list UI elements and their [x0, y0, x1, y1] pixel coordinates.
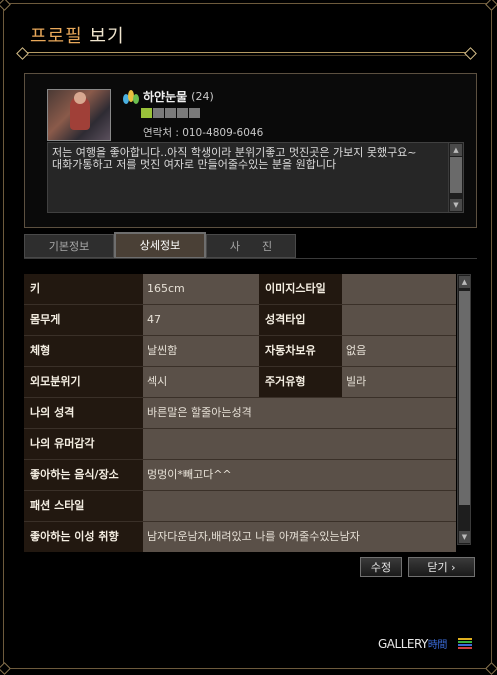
- contact-info: 연락처 : 010-4809-6046: [143, 127, 264, 139]
- brand-bar: [458, 641, 472, 643]
- residence-value: 빌라: [342, 367, 456, 397]
- table-row: 키 165cm 이미지스타일: [24, 274, 456, 304]
- scroll-thumb[interactable]: [459, 291, 470, 505]
- members-icon: [123, 89, 139, 104]
- ideal-type-label: 좋아하는 이성 취향: [24, 522, 143, 552]
- table-row: 몸무게 47 성격타입: [24, 305, 456, 335]
- brand-color-bars: [458, 638, 472, 650]
- ideal-type-value: 남자다운남자,배려있고 나를 아껴줄수있는남자: [143, 522, 456, 552]
- brand-bar: [458, 647, 472, 649]
- scroll-down-icon[interactable]: ▼: [450, 199, 462, 211]
- table-row: 체형 날씬함 자동차보유 없음: [24, 336, 456, 366]
- weight-label: 몸무게: [24, 305, 143, 335]
- user-age: (24): [191, 90, 214, 103]
- personality-type-label: 성격타입: [259, 305, 342, 335]
- table-row: 좋아하는 이성 취향 남자다운남자,배려있고 나를 아껴줄수있는남자: [24, 515, 456, 552]
- title-divider: [22, 52, 472, 53]
- detail-scrollbar[interactable]: ▲ ▼: [457, 274, 471, 545]
- tab-detail-info[interactable]: 상세정보: [114, 232, 206, 259]
- title-rest: 보기: [82, 26, 125, 47]
- scroll-down-icon[interactable]: ▼: [459, 531, 470, 543]
- humor-value: [143, 429, 456, 459]
- personality-type-value: [342, 305, 456, 335]
- car-label: 자동차보유: [259, 336, 342, 366]
- scroll-thumb[interactable]: [450, 157, 462, 193]
- level-block: [153, 108, 164, 118]
- weight-value: 47: [143, 305, 259, 335]
- name-row: 하얀눈물 (24): [123, 88, 214, 105]
- level-block: [189, 108, 200, 118]
- title-divider-shadow: [22, 55, 472, 56]
- look-value: 섹시: [143, 367, 259, 397]
- level-block: [177, 108, 188, 118]
- title-accent: 프로필: [30, 26, 83, 47]
- user-name[interactable]: 하얀눈물: [143, 88, 187, 105]
- brand-name: GALLERY: [378, 637, 428, 651]
- tab-divider: [24, 258, 477, 259]
- brand-suffix: 時間: [427, 640, 448, 651]
- profile-photo[interactable]: [47, 89, 111, 141]
- image-style-label: 이미지스타일: [259, 274, 342, 304]
- table-row: 나의 유머감각: [24, 429, 456, 459]
- level-block: [165, 108, 176, 118]
- humor-label: 나의 유머감각: [24, 429, 143, 459]
- dialog-title: 프로필 보기: [30, 22, 125, 48]
- profile-tabs: 기본정보 상세정보 사 진: [24, 232, 477, 259]
- tab-basic-info[interactable]: 기본정보: [24, 234, 114, 258]
- table-row: 좋아하는 음식/장소 멍멍이*빼고다^^: [24, 460, 456, 490]
- brand-bar: [458, 638, 472, 640]
- brand-logo: GALLERY時間: [378, 636, 447, 651]
- brand-bar: [458, 644, 472, 646]
- look-label: 외모분위기: [24, 367, 143, 397]
- scroll-up-icon[interactable]: ▲: [459, 276, 470, 288]
- intro-scrollbar[interactable]: ▲ ▼: [448, 143, 463, 212]
- intro-textarea[interactable]: 저는 여행을 좋아합니다..아직 학생이라 분위기좋고 멋진곳은 가보지 못했구…: [47, 142, 464, 213]
- food-value: 멍멍이*빼고다^^: [143, 460, 456, 490]
- food-label: 좋아하는 음식/장소: [24, 460, 143, 490]
- photo-head: [74, 92, 86, 104]
- body-type-label: 체형: [24, 336, 143, 366]
- car-value: 없음: [342, 336, 456, 366]
- intro-line: 대화가통하고 저를 멋진 여자로 만들어줄수있는 분을 원합니다: [52, 158, 337, 171]
- level-block: [141, 108, 152, 118]
- my-personality-value: 바른말은 할줄아는성격: [143, 398, 456, 428]
- image-style-value: [342, 274, 456, 304]
- edit-button[interactable]: 수정: [360, 557, 402, 577]
- body-type-value: 날씬함: [143, 336, 259, 366]
- tab-photos[interactable]: 사 진: [206, 234, 296, 258]
- level-indicator: [141, 108, 200, 118]
- residence-label: 주거유형: [259, 367, 342, 397]
- close-button[interactable]: 닫기 ›: [408, 557, 475, 577]
- profile-summary: 하얀눈물 (24) 연락처 : 010-4809-6046 저는 여행을 좋아합…: [24, 73, 477, 228]
- detail-table: 키 165cm 이미지스타일 몸무게 47 성격타입 체형 날씬함 자동차보유 …: [24, 274, 456, 552]
- scroll-up-icon[interactable]: ▲: [450, 144, 462, 156]
- table-row: 나의 성격 바른말은 할줄아는성격: [24, 398, 456, 428]
- height-label: 키: [24, 274, 143, 304]
- table-row: 외모분위기 섹시 주거유형 빌라: [24, 367, 456, 397]
- my-personality-label: 나의 성격: [24, 398, 143, 428]
- height-value: 165cm: [143, 274, 259, 304]
